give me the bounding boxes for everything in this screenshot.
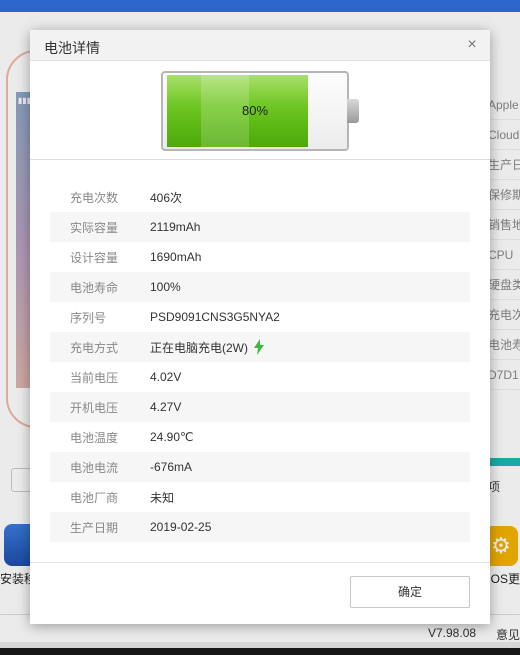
row-value: 406次	[150, 190, 183, 205]
row-label: 电池温度	[70, 430, 119, 445]
table-row: 实际容量 2119mAh	[50, 212, 470, 242]
table-row: 序列号 PSD9091CNS3G5NYA2	[50, 302, 470, 332]
table-row: 充电方式 正在电脑充电(2W)	[50, 332, 470, 362]
table-row: 电池温度 24.90℃	[50, 422, 470, 452]
row-value: 2119mAh	[150, 220, 201, 234]
row-value: 未知	[150, 490, 175, 505]
battery-details-dialog: 电池详情 × 80% 充电次数 406次 实际容量 2119mAh 设计容量 1…	[30, 30, 490, 624]
table-row: 当前电压 4.02V	[50, 362, 470, 392]
confirm-button[interactable]: 确定	[350, 576, 470, 608]
table-row: 电池寿命 100%	[50, 272, 470, 302]
dialog-header: 电池详情 ×	[30, 30, 490, 61]
row-value: 2019-02-25	[150, 520, 212, 534]
close-icon[interactable]: ×	[464, 36, 480, 54]
row-label: 生产日期	[70, 520, 119, 535]
row-label: 当前电压	[70, 370, 119, 385]
table-row: 生产日期 2019-02-25	[50, 512, 470, 542]
table-row: 充电次数 406次	[50, 182, 470, 212]
battery-icon: 80%	[161, 71, 359, 151]
row-label: 设计容量	[70, 250, 119, 265]
charging-mode-value: 正在电脑充电(2W)	[150, 339, 264, 356]
row-value: 4.02V	[150, 370, 182, 384]
table-row: 开机电压 4.27V	[50, 392, 470, 422]
row-label: 序列号	[70, 310, 107, 325]
battery-info-table: 充电次数 406次 实际容量 2119mAh 设计容量 1690mAh 电池寿命…	[50, 182, 470, 542]
row-value: 24.90℃	[150, 430, 194, 444]
row-label: 电池厂商	[70, 490, 119, 505]
table-row: 设计容量 1690mAh	[50, 242, 470, 272]
row-value: -676mA	[150, 460, 193, 474]
row-label: 充电次数	[70, 190, 119, 205]
row-value: 4.27V	[150, 400, 182, 414]
row-value: PSD9091CNS3G5NYA2	[150, 310, 280, 324]
row-label: 电池电流	[70, 460, 119, 475]
dialog-divider	[30, 562, 490, 563]
row-label: 开机电压	[70, 400, 119, 415]
dialog-title: 电池详情	[44, 40, 100, 56]
table-row: 电池厂商 未知	[50, 482, 470, 512]
table-row: 电池电流 -676mA	[50, 452, 470, 482]
row-label: 电池寿命	[70, 280, 119, 295]
row-value: 1690mAh	[150, 250, 202, 264]
battery-visual-area: 80%	[30, 61, 490, 160]
row-value: 正在电脑充电(2W)	[150, 340, 248, 355]
row-value: 100%	[150, 280, 181, 294]
row-label: 实际容量	[70, 220, 119, 235]
battery-percent-label: 80%	[241, 103, 269, 118]
row-label: 充电方式	[70, 340, 119, 355]
lightning-icon	[254, 339, 264, 355]
